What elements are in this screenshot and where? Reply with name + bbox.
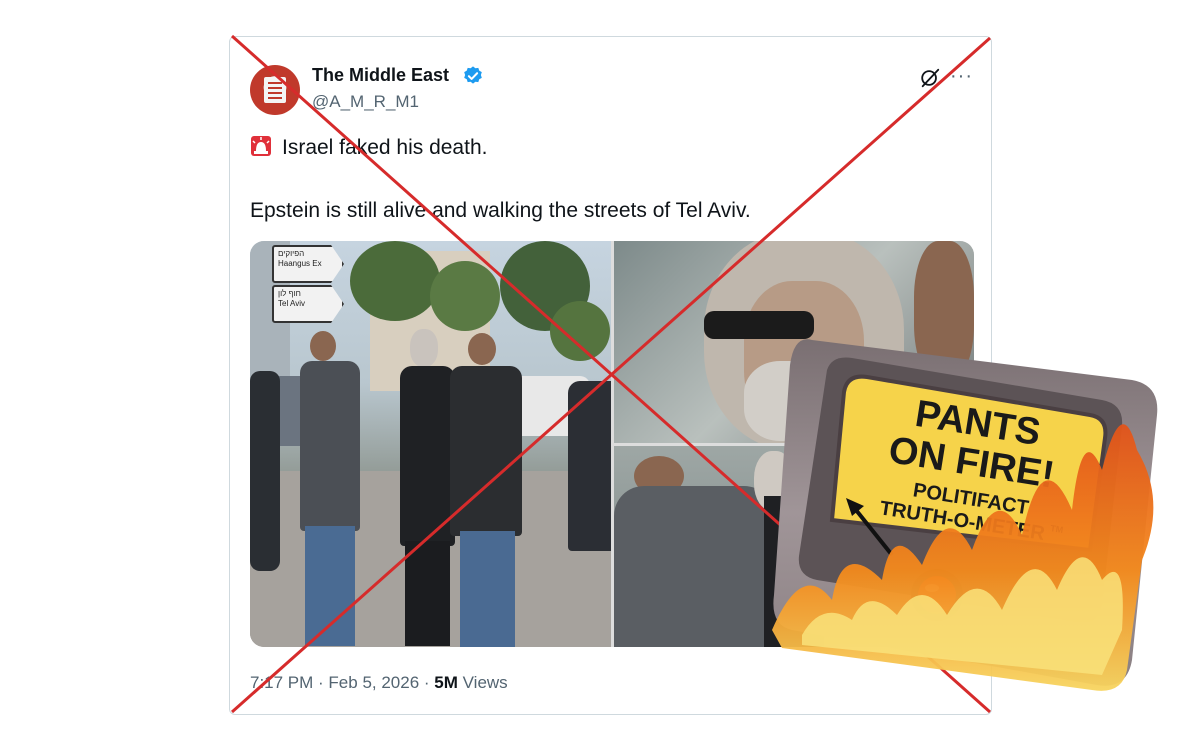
siren-icon (251, 136, 271, 156)
street-sign-1: הפיוקים Haangus Ex (272, 245, 344, 283)
tweet-time[interactable]: 7:17 PM (250, 673, 313, 692)
views-count: 5M (434, 673, 458, 692)
street-sign-2: חוף לון Tel Aviv (272, 285, 344, 323)
tweet-text-line1: Israel faked his death. (250, 135, 487, 160)
sign2-sub: Tel Aviv (278, 299, 305, 308)
tweet-meta: 7:17 PM · Feb 5, 2026 · 5M Views (250, 673, 508, 692)
pants-on-fire-badge: PANTS ON FIRE! POLITIFACT TRUTH-O-METER … (772, 339, 1158, 691)
avatar[interactable] (250, 65, 300, 115)
tweet-text-line2: Epstein is still alive and walking the s… (250, 199, 751, 222)
photo-street-walk[interactable]: הפיוקים Haangus Ex חוף לון Tel Aviv (250, 241, 611, 647)
author-name[interactable]: The Middle East (312, 65, 449, 86)
sign1-hebrew: הפיוקים (278, 249, 305, 258)
more-icon[interactable]: ··· (950, 65, 973, 88)
tweet-line1-text: Israel faked his death. (282, 136, 488, 159)
verified-badge-icon (464, 66, 482, 84)
tweet-date[interactable]: Feb 5, 2026 (328, 673, 419, 692)
sign2-hebrew: חוף לון (278, 289, 301, 298)
author-handle[interactable]: @A_M_R_M1 (312, 92, 419, 112)
views-label: Views (462, 673, 508, 692)
sign1-sub: Haangus Ex (278, 259, 322, 268)
grok-icon[interactable] (919, 67, 941, 89)
